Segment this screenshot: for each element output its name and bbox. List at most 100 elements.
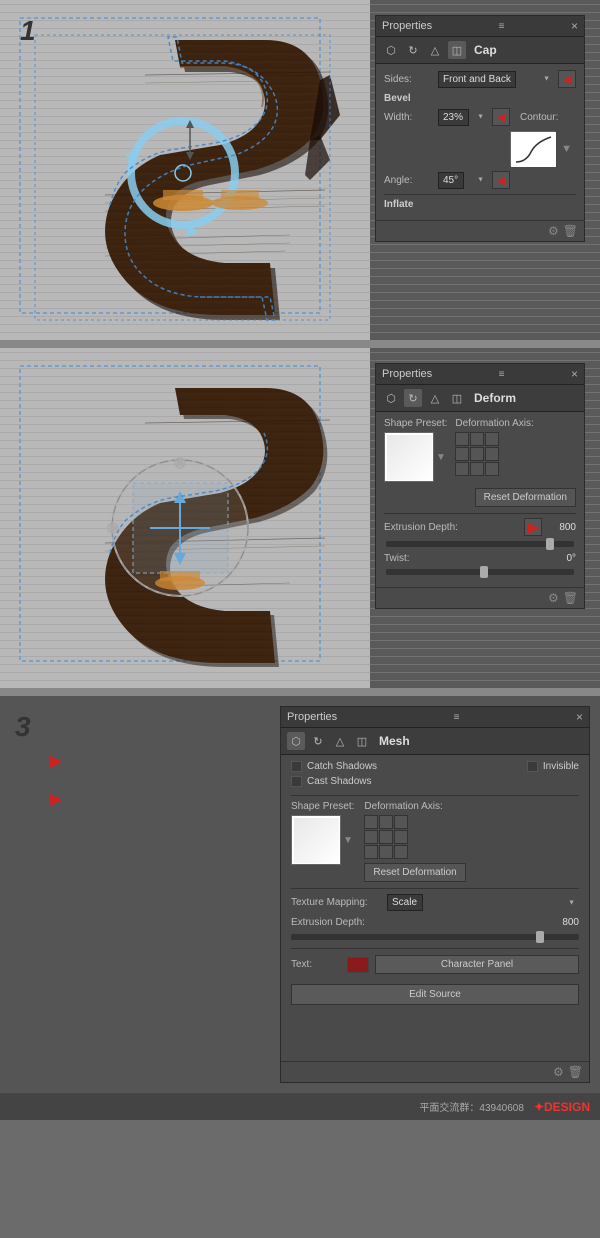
extrusion-slider-track-2[interactable] <box>386 541 574 547</box>
tab-shape-2[interactable]: △ <box>426 389 444 407</box>
def-cell-3[interactable] <box>379 830 393 844</box>
sides-arrow-btn[interactable]: ◄ <box>558 70 576 88</box>
tab-shape-3[interactable]: △ <box>331 732 349 750</box>
tab-mesh-1[interactable]: ⬡ <box>382 41 400 59</box>
twist-value: 0° <box>546 553 576 564</box>
width-arrow-btn[interactable]: ◄ <box>492 108 510 126</box>
def-cell-3[interactable] <box>364 830 378 844</box>
def-cell[interactable] <box>455 432 469 446</box>
def-cell[interactable] <box>470 447 484 461</box>
def-cell[interactable] <box>455 462 469 476</box>
def-cell-3[interactable] <box>394 815 408 829</box>
red-arrow-angle: ◄ <box>494 172 508 188</box>
width-select[interactable]: 23% <box>438 109 469 126</box>
section-3: 3 ▶ ▶ Properties ≡ × ⬡ ↻ <box>0 696 600 1093</box>
tab-rotate-3[interactable]: ↻ <box>309 732 327 750</box>
footer-trash-2[interactable]: 🗑 <box>563 591 578 605</box>
footer-icon-2[interactable]: ⚙ <box>548 591 559 605</box>
footer-icon-1[interactable]: ⚙ <box>548 224 559 238</box>
footer-icon-3[interactable]: ⚙ <box>553 1065 564 1079</box>
shadows-col: Catch Shadows Cast Shadows <box>291 761 377 791</box>
footer-trash-1[interactable]: 🗑 <box>563 224 578 238</box>
angle-select[interactable]: 45° <box>438 172 464 189</box>
panel-close-3[interactable]: × <box>576 710 583 724</box>
shape-preset-preview-3[interactable] <box>291 815 341 865</box>
sides-select[interactable]: Front and Back <box>438 71 516 88</box>
def-cell-3[interactable] <box>394 845 408 859</box>
texture-mapping-label: Texture Mapping: <box>291 897 381 908</box>
angle-arrow-btn[interactable]: ◄ <box>492 171 510 189</box>
def-cell[interactable] <box>485 432 499 446</box>
panel-close-2[interactable]: × <box>571 367 578 381</box>
inflate-title: Inflate <box>384 199 576 210</box>
def-cell-3[interactable] <box>394 830 408 844</box>
extrusion-label-3: Extrusion Depth: <box>291 917 381 928</box>
texture-select-wrapper: Scale <box>387 894 579 911</box>
invisible-cb[interactable] <box>527 761 538 772</box>
panel-spacer-3 <box>281 1011 589 1061</box>
panel-menu-2[interactable]: ≡ <box>499 369 505 380</box>
badge-3: 3 <box>15 711 31 743</box>
tab-deform-2[interactable]: ◫ <box>448 389 466 407</box>
extrusion-arrow-2[interactable]: ▶ <box>524 518 542 536</box>
tab-active-label-3: Mesh <box>379 734 410 748</box>
reset-deformation-btn-2[interactable]: Reset Deformation <box>475 488 576 507</box>
def-cell-3[interactable] <box>379 815 393 829</box>
edit-source-btn[interactable]: Edit Source <box>291 984 579 1005</box>
contour-preview[interactable] <box>510 131 555 166</box>
shape-preset-control-3: ▼ <box>291 815 354 865</box>
panel-close-1[interactable]: × <box>571 19 578 33</box>
s3-right: Properties ≡ × ⬡ ↻ △ ◫ Mesh <box>280 696 600 1093</box>
cast-shadows-cb[interactable] <box>291 776 302 787</box>
extrusion-slider-thumb-3[interactable] <box>536 931 544 943</box>
panel-footer-2: ⚙ 🗑 <box>376 587 584 608</box>
arrow-icon-2: ▶ <box>50 789 62 809</box>
divider-2 <box>0 688 600 696</box>
tab-shape-1[interactable]: △ <box>426 41 444 59</box>
extrusion-label-2: Extrusion Depth: <box>384 522 458 533</box>
def-cell-3[interactable] <box>364 815 378 829</box>
catch-shadows-cb[interactable] <box>291 761 302 772</box>
invisible-label: Invisible <box>543 761 579 772</box>
cast-shadows-label: Cast Shadows <box>307 776 371 787</box>
footer-trash-3[interactable]: 🗑 <box>568 1065 583 1079</box>
tab-deform-3[interactable]: ◫ <box>353 732 371 750</box>
tab-deform-1[interactable]: ◫ <box>448 41 466 59</box>
shape-preset-label-3: Shape Preset: <box>291 801 354 812</box>
character-panel-btn[interactable]: Character Panel <box>375 955 579 974</box>
panel-title-3: Properties <box>287 711 337 723</box>
def-cell[interactable] <box>470 432 484 446</box>
s3-left: 3 ▶ ▶ <box>0 696 280 1093</box>
preset-arrow-3[interactable]: ▼ <box>343 835 353 846</box>
reset-deformation-btn-3[interactable]: Reset Deformation <box>364 863 465 882</box>
properties-panel-1: Properties ≡ × ⬡ ↻ △ ◫ Cap Sides: <box>375 15 585 242</box>
extrusion-slider-track-3[interactable] <box>291 934 579 940</box>
panel-footer-1: ⚙ 🗑 <box>376 220 584 241</box>
def-cell-3[interactable] <box>364 845 378 859</box>
texture-select[interactable]: Scale <box>387 894 423 911</box>
panel-body-3: Catch Shadows Cast Shadows Invisible <box>281 755 589 1011</box>
def-cell[interactable] <box>485 462 499 476</box>
tab-mesh-3[interactable]: ⬡ <box>287 732 305 750</box>
contour-arrow[interactable]: ▼ <box>561 143 572 155</box>
reset-row-2: Reset Deformation <box>384 488 576 507</box>
extrusion-slider-thumb-2[interactable] <box>546 538 554 550</box>
def-cell[interactable] <box>470 462 484 476</box>
twist-slider-track[interactable] <box>386 569 574 575</box>
shape-preset-preview-2[interactable] <box>384 432 434 482</box>
panel-menu-1[interactable]: ≡ <box>499 21 505 32</box>
twist-slider-thumb[interactable] <box>480 566 488 578</box>
s3-arrows: ▶ ▶ <box>50 751 62 809</box>
def-cell[interactable] <box>485 447 499 461</box>
def-cell-3[interactable] <box>379 845 393 859</box>
tab-rotate-1[interactable]: ↻ <box>404 41 422 59</box>
text-color-box[interactable] <box>347 957 369 973</box>
shape-preset-col-3: Shape Preset: ▼ <box>291 801 354 882</box>
preset-arrow[interactable]: ▼ <box>436 452 446 463</box>
panel-menu-3[interactable]: ≡ <box>454 712 460 723</box>
tab-rotate-2[interactable]: ↻ <box>404 389 422 407</box>
tab-mesh-2[interactable]: ⬡ <box>382 389 400 407</box>
sep-3a <box>291 795 579 796</box>
shape-preset-label-2: Shape Preset: <box>384 418 447 429</box>
def-cell[interactable] <box>455 447 469 461</box>
